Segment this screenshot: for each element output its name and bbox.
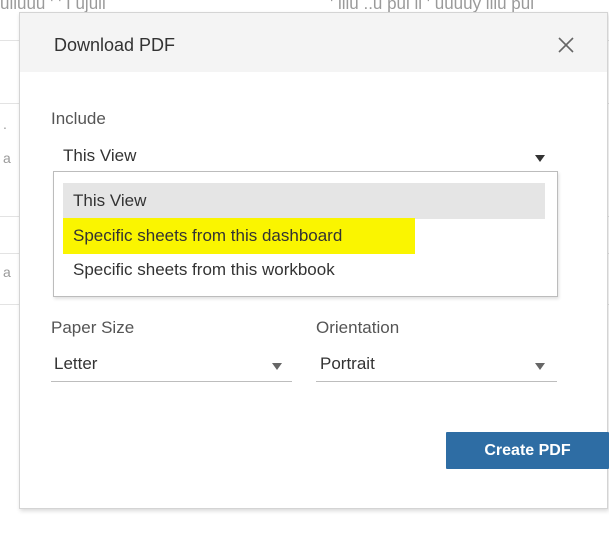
paper-size-value: Letter [54,354,98,373]
background-cell-fragment: . [3,116,7,132]
background-cell-fragment: a [3,150,11,166]
paper-size-underline [51,381,292,382]
orientation-value: Portrait [320,354,375,373]
include-option-label: Specific sheets from this dashboard [73,226,343,245]
paper-size-select[interactable]: Letter [51,348,292,382]
dialog-header: Download PDF [20,13,607,72]
orientation-label: Orientation [316,318,400,337]
caret-down-icon [272,363,282,370]
close-button[interactable] [552,31,580,59]
include-option-dashboard-sheets[interactable]: Specific sheets from this dashboard [54,218,557,254]
include-dropdown-list: This View Specific sheets from this dash… [53,171,558,297]
orientation-underline [316,381,557,382]
include-option-this-view[interactable]: This View [54,183,557,219]
include-selected-value: This View [63,146,137,165]
include-select[interactable]: This View [54,140,564,170]
caret-down-icon [535,363,545,370]
create-pdf-button[interactable]: Create PDF [446,432,609,469]
include-option-label: This View [73,191,147,210]
dialog-title: Download PDF [54,35,176,55]
background-header-text-left: ulluuu ' ' I ujuii [0,0,106,12]
caret-down-icon [535,155,545,162]
include-option-workbook-sheets[interactable]: Specific sheets from this workbook [54,252,557,288]
include-option-label: Specific sheets from this workbook [73,260,335,279]
background-sheet-header: ulluuu ' ' I ujuii ' illu ..u pui ii ' u… [0,0,609,12]
include-label: Include [51,109,106,128]
background-cell-fragment: a [3,264,11,280]
orientation-select[interactable]: Portrait [316,348,557,382]
background-header-text-right: ' illu ..u pui ii ' uuuuy iiiu pui [330,0,534,12]
close-icon [558,37,574,53]
paper-size-label: Paper Size [51,318,135,337]
